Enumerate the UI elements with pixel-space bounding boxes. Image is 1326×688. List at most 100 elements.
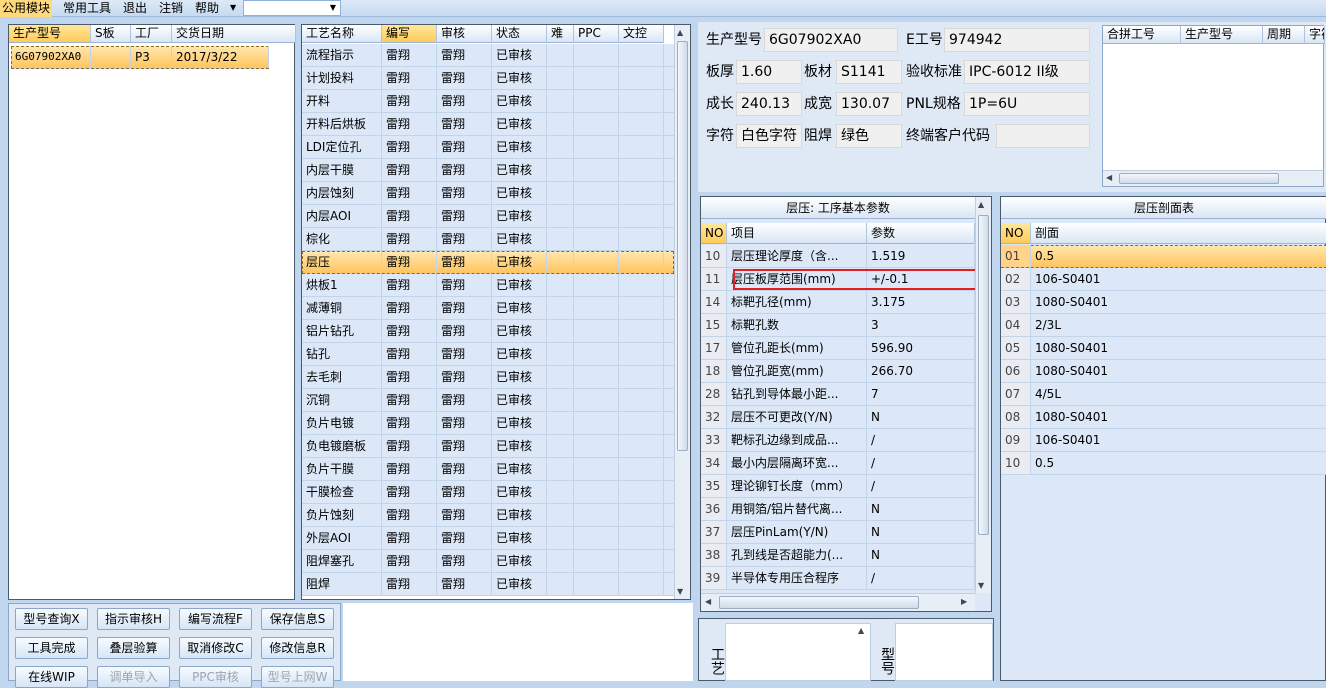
process-row[interactable]: 层压 雷翔 雷翔 已审核 — [302, 251, 674, 274]
field-e-no[interactable]: 974942 — [944, 28, 1090, 52]
process-row[interactable]: LDI定位孔 雷翔 雷翔 已审核 — [302, 136, 674, 159]
param-row[interactable]: 37 层压PinLam(Y/N) N — [701, 521, 975, 544]
param-col-header-no[interactable]: NO — [701, 223, 727, 244]
param-col-header-item[interactable]: 项目 — [727, 223, 867, 244]
col-header-merge-char[interactable]: 字符 — [1305, 26, 1325, 44]
process-row[interactable]: 减薄铜 雷翔 雷翔 已审核 — [302, 297, 674, 320]
field-length[interactable]: 240.13 — [736, 92, 802, 116]
merge-hscrollbar[interactable]: ◀ — [1103, 170, 1323, 186]
col-header-writer[interactable]: 编写 — [382, 25, 437, 43]
process-row[interactable]: 负片干膜 雷翔 雷翔 已审核 — [302, 458, 674, 481]
stack-row[interactable]: 02 106-S0401 — [1001, 268, 1326, 291]
param-row[interactable]: 34 最小内层隔离环宽... / — [701, 452, 975, 475]
scroll-up-icon[interactable]: ▲ — [858, 626, 864, 635]
process-row[interactable]: 开料后烘板 雷翔 雷翔 已审核 — [302, 113, 674, 136]
field-material[interactable]: S1141 — [836, 60, 902, 84]
col-header-merge-cycle[interactable]: 周期 — [1263, 26, 1305, 44]
process-row[interactable]: 负片蚀刻 雷翔 雷翔 已审核 — [302, 504, 674, 527]
field-width[interactable]: 130.07 — [836, 92, 902, 116]
field-pnl[interactable]: 1P=6U — [964, 92, 1090, 116]
param-row[interactable]: 33 靶标孔边缘到成品... / — [701, 429, 975, 452]
process-row[interactable]: 流程指示 雷翔 雷翔 已审核 — [302, 44, 674, 67]
button-edit-info[interactable]: 修改信息R — [261, 637, 334, 659]
button-save-info[interactable]: 保存信息S — [261, 608, 334, 630]
process-row[interactable]: 计划投料 雷翔 雷翔 已审核 — [302, 67, 674, 90]
button-cancel-edit[interactable]: 取消修改C — [179, 637, 252, 659]
scroll-up-icon[interactable]: ▲ — [677, 28, 683, 37]
process-row[interactable]: 干膜检查 雷翔 雷翔 已审核 — [302, 481, 674, 504]
process-row[interactable]: 棕化 雷翔 雷翔 已审核 — [302, 228, 674, 251]
button-ppc-review[interactable]: PPC审核 — [179, 666, 252, 688]
stack-row[interactable]: 03 1080-S0401 — [1001, 291, 1326, 314]
col-header-merge-no[interactable]: 合拼工号 — [1103, 26, 1181, 44]
param-row[interactable]: 32 层压不可更改(Y/N) N — [701, 406, 975, 429]
model-list[interactable] — [895, 623, 993, 681]
button-stack-check[interactable]: 叠层验算 — [97, 637, 170, 659]
param-row[interactable]: 35 理论铆钉长度（mm） / — [701, 475, 975, 498]
param-row[interactable]: 15 标靶孔数 3 — [701, 314, 975, 337]
process-row[interactable]: 阻焊 雷翔 雷翔 已审核 — [302, 573, 674, 596]
button-model-query[interactable]: 型号查询X — [15, 608, 88, 630]
field-character[interactable]: 白色字符 — [736, 124, 802, 148]
button-tool-complete[interactable]: 工具完成 — [15, 637, 88, 659]
process-row[interactable]: 内层蚀刻 雷翔 雷翔 已审核 — [302, 182, 674, 205]
scroll-left-icon[interactable]: ◀ — [705, 597, 711, 606]
menu-public-module[interactable]: 公用模块 — [0, 0, 53, 17]
params-hscrollbar[interactable]: ◀ ▶ — [701, 593, 975, 611]
process-row[interactable]: 内层干膜 雷翔 雷翔 已审核 — [302, 159, 674, 182]
stack-row[interactable]: 01 0.5 — [1001, 245, 1326, 268]
param-row[interactable]: 39 半导体专用压合程序 / — [701, 567, 975, 590]
param-row[interactable]: 18 管位孔距宽(mm) 266.70 — [701, 360, 975, 383]
stack-row[interactable]: 09 106-S0401 — [1001, 429, 1326, 452]
col-header-merge-model[interactable]: 生产型号 — [1181, 26, 1263, 44]
param-row[interactable]: 10 层压理论厚度（含... 1.519 — [701, 245, 975, 268]
button-instruction-review[interactable]: 指示审核H — [97, 608, 170, 630]
scroll-thumb[interactable] — [719, 596, 919, 609]
menu-common-tools[interactable]: 常用工具 — [61, 0, 113, 17]
scroll-thumb[interactable] — [677, 41, 688, 451]
param-row[interactable]: 28 钻孔到导体最小距... 7 — [701, 383, 975, 406]
col-header-difficulty[interactable]: 难 — [547, 25, 574, 43]
menu-exit[interactable]: 退出 — [121, 0, 149, 17]
col-header-process-name[interactable]: 工艺名称 — [302, 25, 382, 43]
scroll-thumb[interactable] — [978, 215, 989, 535]
process-row[interactable]: 去毛刺 雷翔 雷翔 已审核 — [302, 366, 674, 389]
stack-row[interactable]: 07 4/5L — [1001, 383, 1326, 406]
process-row[interactable]: 开料 雷翔 雷翔 已审核 — [302, 90, 674, 113]
col-header-factory[interactable]: 工厂 — [131, 25, 172, 43]
craft-list[interactable]: ▲ — [725, 623, 871, 681]
param-row[interactable]: 14 标靶孔径(mm) 3.175 — [701, 291, 975, 314]
stack-row[interactable]: 04 2/3L — [1001, 314, 1326, 337]
button-edit-flow[interactable]: 编写流程F — [179, 608, 252, 630]
col-header-doc-control[interactable]: 文控 — [619, 25, 664, 43]
param-row[interactable]: 38 孔到线是否超能力(... N — [701, 544, 975, 567]
scroll-down-icon[interactable]: ▼ — [978, 581, 984, 590]
field-standard[interactable]: IPC-6012 II级 — [964, 60, 1090, 84]
process-row[interactable]: 负片电镀 雷翔 雷翔 已审核 — [302, 412, 674, 435]
menu-help[interactable]: 帮助 — [193, 0, 221, 17]
col-header-s-board[interactable]: S板 — [91, 25, 131, 43]
process-row[interactable]: 阻焊塞孔 雷翔 雷翔 已审核 — [302, 550, 674, 573]
param-row[interactable]: 36 用铜箔/铝片替代离... N — [701, 498, 975, 521]
process-row[interactable]: 钻孔 雷翔 雷翔 已审核 — [302, 343, 674, 366]
process-row[interactable]: 烘板1 雷翔 雷翔 已审核 — [302, 274, 674, 297]
scroll-left-icon[interactable]: ◀ — [1106, 173, 1112, 182]
scroll-down-icon[interactable]: ▼ — [677, 587, 683, 596]
col-header-reviewer[interactable]: 审核 — [437, 25, 492, 43]
button-order-import[interactable]: 调单导入 — [97, 666, 170, 688]
stack-col-header-no[interactable]: NO — [1001, 223, 1031, 244]
stack-row[interactable]: 05 1080-S0401 — [1001, 337, 1326, 360]
help-dropdown-icon[interactable]: ▼ — [228, 0, 238, 17]
col-header-model[interactable]: 生产型号 — [9, 25, 91, 43]
scroll-thumb[interactable] — [1119, 173, 1279, 184]
module-combo[interactable]: ▼ — [243, 0, 341, 16]
button-online-wip[interactable]: 在线WIP — [15, 666, 88, 688]
process-scrollbar[interactable]: ▲ ▼ — [674, 25, 690, 599]
param-row[interactable]: 17 管位孔距长(mm) 596.90 — [701, 337, 975, 360]
field-customer-code[interactable] — [996, 124, 1090, 148]
field-thickness[interactable]: 1.60 — [736, 60, 802, 84]
col-header-status[interactable]: 状态 — [492, 25, 547, 43]
field-model[interactable]: 6G07902XA0 — [764, 28, 898, 52]
process-row[interactable]: 沉铜 雷翔 雷翔 已审核 — [302, 389, 674, 412]
button-model-online[interactable]: 型号上网W — [261, 666, 334, 688]
